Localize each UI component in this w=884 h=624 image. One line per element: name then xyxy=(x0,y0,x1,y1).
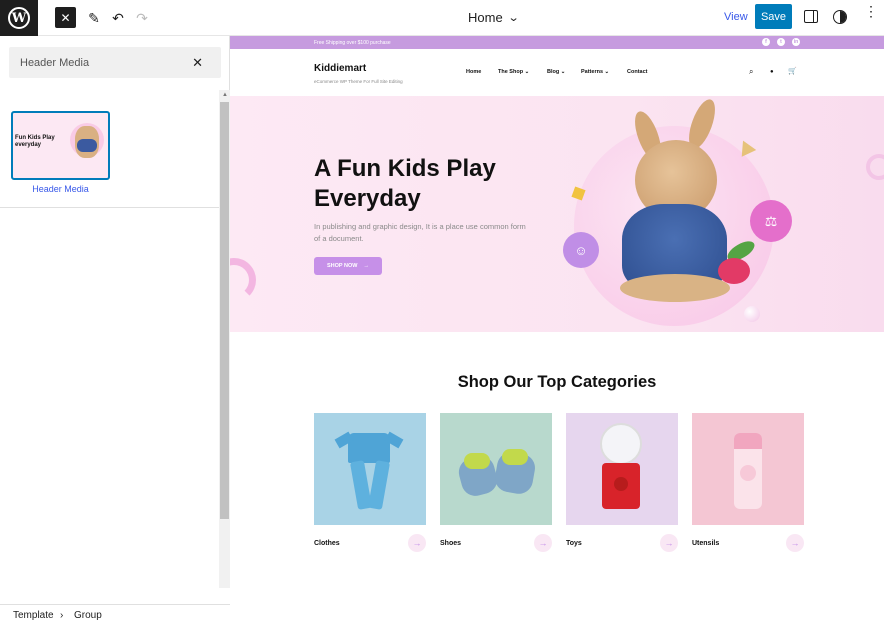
category-name[interactable]: Shoes xyxy=(440,540,461,547)
gumball-globe xyxy=(600,423,642,465)
breadcrumb-group[interactable]: Group xyxy=(74,610,102,621)
scroll-up-arrow-icon[interactable]: ▲ xyxy=(222,92,228,98)
wordpress-logo-button[interactable]: W xyxy=(0,0,38,36)
category-image[interactable] xyxy=(692,413,804,525)
linkedin-icon[interactable]: in xyxy=(792,38,800,46)
category-image[interactable] xyxy=(314,413,426,525)
arrow-right-icon[interactable]: → xyxy=(408,534,426,552)
ring-decoration xyxy=(230,258,256,302)
hero-title: A Fun Kids Play Everyday xyxy=(314,155,496,212)
promo-text: Free Shipping over $100 purchase xyxy=(314,40,391,46)
breadcrumb-template[interactable]: Template xyxy=(13,610,54,621)
preview-bear-coat xyxy=(77,139,97,152)
category-image[interactable] xyxy=(566,413,678,525)
bottle-print xyxy=(740,465,756,481)
nav-label: Blog xyxy=(547,69,560,75)
redo-icon[interactable]: ↷ xyxy=(133,6,151,30)
undo-icon[interactable]: ↶ xyxy=(109,6,127,30)
category-card-shoes[interactable]: Shoes → xyxy=(440,413,552,552)
nav-item-contact[interactable]: Contact xyxy=(627,69,647,75)
pattern-preview-header-media[interactable]: Fun Kids Play everyday xyxy=(11,111,110,180)
arrow-right-icon[interactable]: → xyxy=(534,534,552,552)
shoe-trim xyxy=(464,453,490,469)
ball-decoration xyxy=(744,306,760,322)
breadcrumb-separator: › xyxy=(60,610,64,621)
bottle-cap xyxy=(734,433,762,449)
nav-item-patterns[interactable]: Patterns ⌄ xyxy=(581,69,609,75)
settings-sidebar-icon[interactable] xyxy=(804,10,818,23)
breadcrumb: Template › Group xyxy=(0,604,230,624)
hero-section: A Fun Kids Play Everyday In publishing a… xyxy=(230,96,884,332)
more-options-icon[interactable]: ⋮ xyxy=(864,4,878,18)
arrow-right-icon: → xyxy=(363,263,369,269)
teddy-bear-feet xyxy=(620,274,730,302)
promo-bar: Free Shipping over $100 purchase f t in xyxy=(230,36,884,49)
categories-heading: Shop Our Top Categories xyxy=(457,373,657,391)
editor-canvas[interactable]: Free Shipping over $100 purchase f t in … xyxy=(230,36,884,588)
gumball-knob xyxy=(614,477,628,491)
hero-subtitle: In publishing and graphic design, It is … xyxy=(314,222,526,243)
pattern-label[interactable]: Header Media xyxy=(11,184,110,194)
view-button[interactable]: View xyxy=(724,11,748,23)
onesie-top xyxy=(348,433,390,463)
wordpress-icon: W xyxy=(8,7,30,29)
chevron-down-icon: ⌄ xyxy=(507,12,520,24)
ring-decoration xyxy=(866,154,884,180)
category-card-utensils[interactable]: Utensils → xyxy=(692,413,804,552)
chevron-down-icon: ⌄ xyxy=(604,69,610,75)
search-value: Header Media xyxy=(20,57,90,69)
pencil-tool-icon[interactable]: ✎ xyxy=(85,6,103,30)
nav-item-home[interactable]: Home xyxy=(466,69,481,75)
chevron-down-icon: ⌄ xyxy=(524,69,530,75)
category-name[interactable]: Utensils xyxy=(692,540,719,547)
tulip-decoration xyxy=(718,258,750,284)
category-image[interactable] xyxy=(440,413,552,525)
divider xyxy=(0,207,229,208)
arrow-right-icon[interactable]: → xyxy=(660,534,678,552)
site-tagline: eCommerce WP Theme For Full Site Editing xyxy=(314,79,403,84)
baby-mobile-icon: ⚖ xyxy=(750,200,792,242)
category-card-toys[interactable]: Toys → xyxy=(566,413,678,552)
account-icon[interactable]: ● xyxy=(770,69,774,75)
arrow-right-icon[interactable]: → xyxy=(786,534,804,552)
nav-item-blog[interactable]: Blog ⌄ xyxy=(547,69,565,75)
nav-item-shop[interactable]: The Shop ⌄ xyxy=(498,69,529,75)
facebook-icon[interactable]: f xyxy=(762,38,770,46)
search-icon[interactable]: ⌕ xyxy=(749,67,753,77)
bunny-icon: ☺ xyxy=(563,232,599,268)
pattern-search-input[interactable]: Header Media ✕ xyxy=(9,47,221,78)
nav-label: The Shop xyxy=(498,69,524,75)
styles-icon[interactable] xyxy=(833,10,847,24)
document-title: Home xyxy=(468,10,503,25)
save-button[interactable]: Save xyxy=(755,4,792,29)
nav-label: Patterns xyxy=(581,69,604,75)
site-title[interactable]: Kiddiemart xyxy=(314,63,366,74)
pattern-inserter-sidebar: Header Media ✕ Fun Kids Play everyday He… xyxy=(0,36,230,624)
button-label: SHOP NOW xyxy=(327,263,358,269)
category-name[interactable]: Clothes xyxy=(314,540,340,547)
cart-icon[interactable]: 🛒 xyxy=(788,67,797,75)
chevron-down-icon: ⌄ xyxy=(560,69,566,75)
close-inserter-button[interactable]: ✕ xyxy=(55,7,76,28)
document-title-dropdown[interactable]: Home ⌄ xyxy=(468,10,520,25)
scrollbar-thumb[interactable] xyxy=(220,102,229,519)
twitter-icon[interactable]: t xyxy=(777,38,785,46)
shoe-trim xyxy=(502,449,528,465)
preview-hero-text: Fun Kids Play everyday xyxy=(15,135,55,148)
category-name[interactable]: Toys xyxy=(566,540,582,547)
shop-now-button[interactable]: SHOP NOW → xyxy=(314,257,382,275)
category-card-clothes[interactable]: Clothes → xyxy=(314,413,426,552)
clear-search-icon[interactable]: ✕ xyxy=(192,55,203,71)
editor-top-bar: W ✕ ✎ ↶ ↷ Home ⌄ View Save ⋮ xyxy=(0,0,884,36)
pants-leg xyxy=(367,460,391,510)
